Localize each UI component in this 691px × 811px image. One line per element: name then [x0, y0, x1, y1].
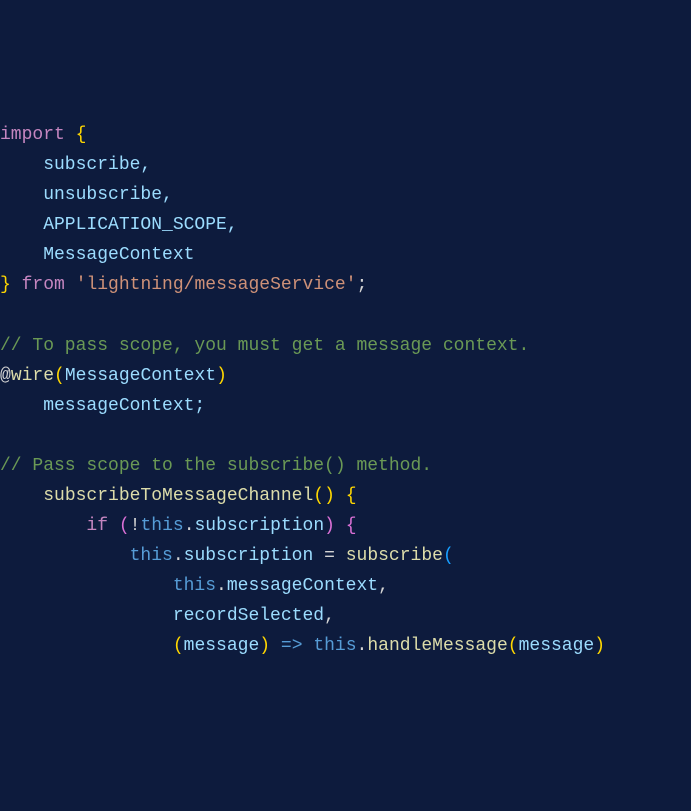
- property: subscription: [184, 546, 314, 566]
- indent: [0, 606, 173, 626]
- indent: [0, 576, 173, 596]
- code-line: // Pass scope to the subscribe() method.: [0, 451, 691, 481]
- code-line: messageContext;: [0, 391, 691, 421]
- identifier: messageContext;: [0, 396, 205, 416]
- argument: message: [519, 636, 595, 656]
- dot: .: [184, 516, 195, 536]
- string-literal: 'lightning/messageService': [76, 275, 357, 295]
- not-operator: !: [130, 516, 141, 536]
- keyword-if: if: [86, 516, 108, 536]
- this-keyword: this: [313, 636, 356, 656]
- keyword-from: from: [22, 275, 65, 295]
- paren-open: (: [443, 546, 454, 566]
- identifier: MessageContext: [0, 245, 194, 265]
- arrow-function: =>: [281, 636, 303, 656]
- this-keyword: this: [140, 516, 183, 536]
- paren-close: ): [216, 366, 227, 386]
- code-line: @wire(MessageContext): [0, 361, 691, 391]
- code-line: this.messageContext,: [0, 571, 691, 601]
- space: [270, 636, 281, 656]
- paren-open: (: [54, 366, 65, 386]
- dot: .: [173, 546, 184, 566]
- code-line: subscribe,: [0, 150, 691, 180]
- comma: ,: [378, 576, 389, 596]
- space: [65, 275, 76, 295]
- dot: .: [216, 576, 227, 596]
- code-line: (message) => this.handleMessage(message): [0, 631, 691, 661]
- code-line: APPLICATION_SCOPE,: [0, 210, 691, 240]
- comment: // To pass scope, you must get a message…: [0, 336, 529, 356]
- paren-open: (: [173, 636, 184, 656]
- equals: =: [324, 546, 335, 566]
- brace-open: {: [65, 125, 87, 145]
- property: subscription: [195, 516, 325, 536]
- space: [108, 516, 119, 536]
- comment: // Pass scope to the subscribe() method.: [0, 456, 432, 476]
- function-call: subscribe: [346, 546, 443, 566]
- brace-close: }: [0, 275, 22, 295]
- code-line-empty: [0, 300, 691, 330]
- paren-close: ): [594, 636, 605, 656]
- space: [313, 546, 324, 566]
- comma: ,: [324, 606, 335, 626]
- identifier: subscribe,: [0, 155, 151, 175]
- code-line: } from 'lightning/messageService';: [0, 270, 691, 300]
- code-line: MessageContext: [0, 240, 691, 270]
- parens: (): [313, 486, 335, 506]
- parameter: message: [184, 636, 260, 656]
- code-line-empty: [0, 421, 691, 451]
- indent: [0, 486, 43, 506]
- paren-open: (: [119, 516, 130, 536]
- paren-close: ): [324, 516, 335, 536]
- semicolon: ;: [357, 275, 368, 295]
- space: [335, 516, 346, 536]
- keyword-import: import: [0, 125, 65, 145]
- code-line: subscribeToMessageChannel() {: [0, 481, 691, 511]
- method-call: handleMessage: [367, 636, 507, 656]
- code-editor[interactable]: import { subscribe, unsubscribe, APPLICA…: [0, 120, 691, 661]
- indent: [0, 516, 86, 536]
- this-keyword: this: [173, 576, 216, 596]
- brace-open: {: [346, 516, 357, 536]
- code-line: unsubscribe,: [0, 180, 691, 210]
- identifier: recordSelected: [173, 606, 324, 626]
- decorator-wire: wire: [11, 366, 54, 386]
- dot: .: [357, 636, 368, 656]
- method-name: subscribeToMessageChannel: [43, 486, 313, 506]
- paren-open: (: [508, 636, 519, 656]
- space: [335, 546, 346, 566]
- this-keyword: this: [130, 546, 173, 566]
- code-line: if (!this.subscription) {: [0, 511, 691, 541]
- indent: [0, 546, 130, 566]
- at-sign: @: [0, 366, 11, 386]
- code-line: // To pass scope, you must get a message…: [0, 331, 691, 361]
- paren-close: ): [259, 636, 270, 656]
- space: [335, 486, 346, 506]
- property: messageContext: [227, 576, 378, 596]
- code-line: this.subscription = subscribe(: [0, 541, 691, 571]
- identifier: unsubscribe,: [0, 185, 173, 205]
- space: [303, 636, 314, 656]
- indent: [0, 636, 173, 656]
- brace-open: {: [346, 486, 357, 506]
- identifier: APPLICATION_SCOPE,: [0, 215, 238, 235]
- code-line: recordSelected,: [0, 601, 691, 631]
- identifier: MessageContext: [65, 366, 216, 386]
- code-line: import {: [0, 120, 691, 150]
